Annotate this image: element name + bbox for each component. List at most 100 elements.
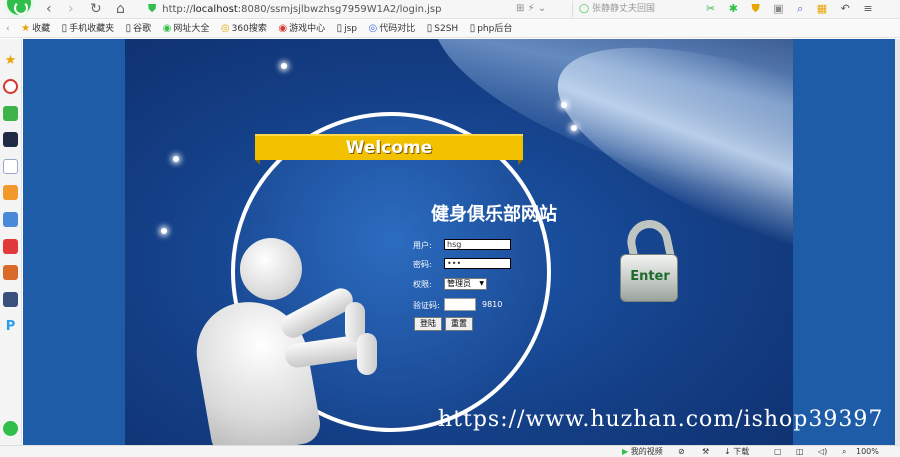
download-icon: ↓ — [724, 447, 731, 456]
window-icon[interactable]: ◫ — [796, 446, 804, 457]
video-app-icon[interactable] — [3, 239, 18, 254]
captcha-code: 9810 — [482, 300, 503, 309]
username-label: 用户: — [413, 241, 432, 250]
page-icon: ▯ — [469, 23, 476, 34]
favorites-icon[interactable]: ★ — [3, 53, 18, 68]
bookmark-item[interactable]: ▯ 手机收藏夹 — [61, 20, 115, 37]
shop-icon[interactable] — [3, 185, 18, 200]
nav-icon: ◉ — [162, 23, 172, 34]
bookmark-item[interactable]: ▯ php后台 — [469, 20, 513, 37]
shield-icon[interactable]: ⛊ — [751, 2, 759, 15]
page-icon: ▯ — [426, 23, 433, 34]
screenshot-icon[interactable]: ▢ — [774, 446, 782, 457]
browser-logo-icon[interactable] — [4, 0, 34, 18]
search-box[interactable]: ◯ 张静静丈夫回国 — [572, 1, 697, 17]
download-button[interactable]: ↓ 下载 — [724, 446, 749, 457]
page-scrollbar[interactable] — [895, 39, 900, 445]
apps-icon[interactable]: ▦ — [817, 2, 827, 15]
chevron-down-icon[interactable]: ⌄ — [538, 3, 546, 14]
compare-icon: ◎ — [368, 23, 378, 34]
search-360-icon: ◎ — [220, 23, 230, 34]
game3-app-icon[interactable] — [3, 292, 18, 307]
notes-icon[interactable] — [3, 159, 18, 174]
site-title: 健身俱乐部网站 — [431, 204, 557, 225]
play-icon: ▶ — [622, 447, 629, 456]
bookmark-item[interactable]: ◉ 游戏中心 — [278, 20, 326, 37]
page-icon: ▯ — [125, 23, 132, 34]
username-field[interactable]: hsg — [444, 239, 511, 250]
watermark-text: https://www.huzhan.com/ishop39397 — [438, 407, 884, 432]
bookmark-item[interactable]: ▯ jsp — [336, 20, 357, 37]
decor-star — [571, 125, 577, 131]
enter-label: Enter — [630, 269, 670, 284]
menu-icon[interactable]: ≡ — [863, 2, 872, 15]
bookmark-item[interactable]: ◉ 网址大全 — [162, 20, 210, 37]
decor-star — [173, 156, 179, 162]
game2-app-icon[interactable] — [3, 265, 18, 280]
bookmark-label: 游戏中心 — [289, 24, 326, 34]
login-button[interactable]: 登陆 — [414, 317, 442, 331]
bookmark-label: 360搜索 — [231, 24, 267, 34]
reset-button[interactable]: 重置 — [445, 317, 473, 331]
page-icon: ▯ — [336, 23, 343, 34]
bookmarks-bar: ‹ ★ 收藏 ▯ 手机收藏夹 ▯ 谷歌 ◉ 网址大全 ◎ 360搜索 ◉ 游戏中心 ▯ jsp… — [0, 20, 900, 38]
role-select[interactable]: 管理员 ▼ — [444, 278, 487, 290]
figure-hand-illustration — [357, 333, 377, 375]
bookmark-item[interactable]: ▯ 谷歌 — [125, 20, 152, 37]
bookmark-item[interactable]: ◎ 代码对比 — [368, 20, 416, 37]
image-icon[interactable]: ▣ — [773, 2, 783, 15]
home-button[interactable]: ⌂ — [116, 1, 125, 17]
refresh-button[interactable]: ↻ — [90, 1, 102, 17]
bookmark-label: php后台 — [477, 24, 513, 34]
game-app-icon[interactable] — [3, 212, 18, 227]
search-placeholder: 张静静丈夫回国 — [591, 4, 655, 14]
forward-button[interactable]: › — [68, 1, 74, 17]
back-button[interactable]: ‹ — [46, 1, 52, 17]
sound-icon[interactable]: ◁) — [818, 446, 827, 457]
browser-toolbar: ‹ › ↻ ⌂ ⛊ http://localhost:8080/ssmjsjlbw… — [0, 0, 900, 19]
role-select-value: 管理员 — [447, 279, 471, 288]
bookmarks-toggle-icon[interactable]: ‹ — [6, 20, 10, 37]
bookmark-item[interactable]: ▯ S2SH — [426, 20, 458, 37]
welcome-text: Welcome — [345, 138, 433, 158]
lightning-icon[interactable]: ⚡ — [528, 3, 535, 14]
login-page: Welcome 健身俱乐部网站 用户: hsg 密码: ••• 权限: 管理员 … — [23, 39, 895, 445]
scissors-icon[interactable]: ✂ — [706, 2, 715, 15]
tools-icon[interactable]: ⚒ — [702, 446, 709, 457]
password-label: 密码: — [413, 260, 432, 269]
undo-icon[interactable]: ↶ — [841, 2, 850, 15]
captcha-field[interactable] — [444, 298, 476, 311]
url-path: :8080/ssmjsjlbwzhsg7959W1A2/login.jsp — [237, 4, 442, 15]
grid-icon[interactable]: ⊞ — [516, 3, 524, 14]
address-tools: ⊞ ⚡ ⌄ — [516, 1, 546, 17]
bookmark-label: 手机收藏夹 — [69, 24, 115, 34]
mobile-icon: ▯ — [61, 23, 68, 34]
url-prefix: http:// — [162, 4, 193, 15]
zoom-icon[interactable]: ⌕ — [842, 446, 846, 457]
news-icon[interactable] — [3, 132, 18, 147]
decor-star — [561, 102, 567, 108]
game-icon: ◉ — [278, 23, 288, 34]
bookmark-label: 收藏 — [32, 24, 51, 34]
bookmark-label: 代码对比 — [379, 24, 416, 34]
bookmark-item[interactable]: ◎ 360搜索 — [220, 20, 267, 37]
add-app-icon[interactable] — [3, 421, 18, 436]
bookmark-item[interactable]: ★ 收藏 — [21, 20, 51, 37]
bookmark-label: 网址大全 — [173, 24, 210, 34]
decor-star — [281, 63, 287, 69]
password-field[interactable]: ••• — [444, 258, 511, 269]
zoom-level[interactable]: 100% — [856, 446, 879, 457]
status-bar: ▶ 我的视频 ⊘ ⚒ ↓ 下载 ▢ ◫ ◁) ⌕ 100% — [0, 445, 900, 457]
enter-lock-button[interactable]: Enter — [620, 254, 678, 302]
figure-head-illustration — [240, 238, 302, 300]
p-app-icon[interactable]: P — [3, 319, 18, 334]
address-bar[interactable]: ⛊ http://localhost:8080/ssmjsjlbwzhsg7959… — [148, 1, 508, 17]
my-video-button[interactable]: ▶ 我的视频 — [622, 446, 663, 457]
bookmark-label: jsp — [344, 24, 357, 34]
browser-sidebar: ★ P — [0, 39, 22, 445]
speed-icon[interactable]: ⊘ — [678, 446, 685, 457]
extension-icon[interactable]: ✱ — [729, 2, 738, 15]
search-icon[interactable]: ⌕ — [797, 2, 803, 15]
weibo-icon[interactable] — [3, 79, 18, 94]
mail-icon[interactable] — [3, 106, 18, 121]
